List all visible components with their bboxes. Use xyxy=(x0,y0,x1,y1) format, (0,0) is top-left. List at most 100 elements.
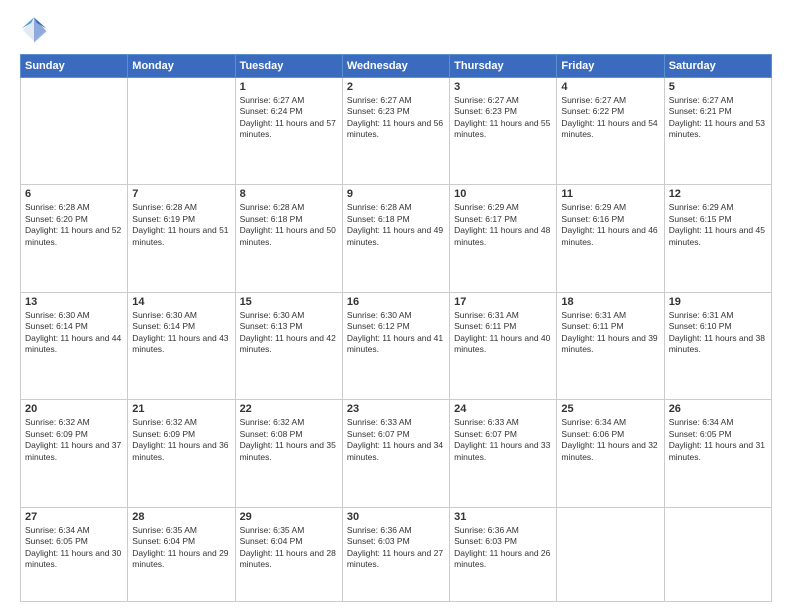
calendar-cell xyxy=(21,78,128,185)
day-number: 24 xyxy=(454,403,552,415)
day-number: 26 xyxy=(669,403,767,415)
day-number: 21 xyxy=(132,403,230,415)
calendar-header-wednesday: Wednesday xyxy=(342,55,449,78)
calendar-cell: 2Sunrise: 6:27 AM Sunset: 6:23 PM Daylig… xyxy=(342,78,449,185)
calendar-cell xyxy=(664,507,771,601)
day-info: Sunrise: 6:31 AM Sunset: 6:11 PM Dayligh… xyxy=(454,310,552,356)
day-number: 1 xyxy=(240,81,338,93)
day-info: Sunrise: 6:30 AM Sunset: 6:14 PM Dayligh… xyxy=(132,310,230,356)
day-number: 12 xyxy=(669,188,767,200)
calendar-cell: 5 Sunrise: 6:27 AM Sunset: 6:21 PM Daylig… xyxy=(664,78,771,185)
day-info: Sunrise: 6:27 AM Sunset: 6:23 PM Dayligh… xyxy=(454,95,552,141)
day-number: 19 xyxy=(669,296,767,308)
calendar-cell: 21 Sunrise: 6:32 AM Sunset: 6:09 PM Dayli… xyxy=(128,400,235,507)
day-info: Sunrise: 6:32 AM Sunset: 6:08 PM Dayligh… xyxy=(240,417,338,463)
day-number: 5 xyxy=(669,81,767,93)
day-number: 6 xyxy=(25,188,123,200)
calendar-header-sunday: Sunday xyxy=(21,55,128,78)
page: SundayMondayTuesdayWednesdayThursdayFrid… xyxy=(0,0,792,612)
logo xyxy=(20,16,52,44)
calendar-header-saturday: Saturday xyxy=(664,55,771,78)
day-number: 20 xyxy=(25,403,123,415)
day-number: 29 xyxy=(240,511,338,523)
calendar-cell: 15Sunrise: 6:30 AM Sunset: 6:13 PM Dayli… xyxy=(235,292,342,399)
day-info: Sunrise: 6:30 AM Sunset: 6:12 PM Dayligh… xyxy=(347,310,445,356)
day-info: Sunrise: 6:33 AM Sunset: 6:07 PM Dayligh… xyxy=(347,417,445,463)
calendar-cell xyxy=(128,78,235,185)
day-info: Sunrise: 6:34 AM Sunset: 6:05 PM Dayligh… xyxy=(25,525,123,571)
day-number: 22 xyxy=(240,403,338,415)
calendar-cell: 7Sunrise: 6:28 AM Sunset: 6:19 PM Daylig… xyxy=(128,185,235,292)
calendar-header-friday: Friday xyxy=(557,55,664,78)
day-number: 2 xyxy=(347,81,445,93)
calendar-cell: 22 Sunrise: 6:32 AM Sunset: 6:08 PM Dayli… xyxy=(235,400,342,507)
calendar-cell xyxy=(557,507,664,601)
day-info: Sunrise: 6:29 AM Sunset: 6:15 PM Dayligh… xyxy=(669,202,767,248)
calendar-header-thursday: Thursday xyxy=(450,55,557,78)
calendar-cell: 1 Sunrise: 6:27 AM Sunset: 6:24 PM Daylig… xyxy=(235,78,342,185)
day-info: Sunrise: 6:32 AM Sunset: 6:09 PM Dayligh… xyxy=(25,417,123,463)
day-info: Sunrise: 6:32 AM Sunset: 6:09 PM Dayligh… xyxy=(132,417,230,463)
calendar-week-row: 6 Sunrise: 6:28 AM Sunset: 6:20 PM Daylig… xyxy=(21,185,772,292)
calendar-cell: 9 Sunrise: 6:28 AM Sunset: 6:18 PM Daylig… xyxy=(342,185,449,292)
day-info: Sunrise: 6:36 AM Sunset: 6:03 PM Dayligh… xyxy=(454,525,552,571)
calendar-cell: 17 Sunrise: 6:31 AM Sunset: 6:11 PM Dayli… xyxy=(450,292,557,399)
day-info: Sunrise: 6:35 AM Sunset: 6:04 PM Dayligh… xyxy=(240,525,338,571)
calendar-cell: 25 Sunrise: 6:34 AM Sunset: 6:06 PM Dayli… xyxy=(557,400,664,507)
header xyxy=(20,16,772,44)
logo-icon xyxy=(20,16,48,44)
calendar-cell: 6 Sunrise: 6:28 AM Sunset: 6:20 PM Daylig… xyxy=(21,185,128,292)
day-info: Sunrise: 6:31 AM Sunset: 6:11 PM Dayligh… xyxy=(561,310,659,356)
day-number: 3 xyxy=(454,81,552,93)
calendar-cell: 14 Sunrise: 6:30 AM Sunset: 6:14 PM Dayli… xyxy=(128,292,235,399)
calendar: SundayMondayTuesdayWednesdayThursdayFrid… xyxy=(20,54,772,602)
calendar-week-row: 20 Sunrise: 6:32 AM Sunset: 6:09 PM Dayli… xyxy=(21,400,772,507)
day-number: 4 xyxy=(561,81,659,93)
day-number: 10 xyxy=(454,188,552,200)
day-info: Sunrise: 6:28 AM Sunset: 6:18 PM Dayligh… xyxy=(240,202,338,248)
calendar-cell: 27 Sunrise: 6:34 AM Sunset: 6:05 PM Dayli… xyxy=(21,507,128,601)
day-number: 27 xyxy=(25,511,123,523)
day-info: Sunrise: 6:28 AM Sunset: 6:19 PM Dayligh… xyxy=(132,202,230,248)
calendar-header-row: SundayMondayTuesdayWednesdayThursdayFrid… xyxy=(21,55,772,78)
day-info: Sunrise: 6:28 AM Sunset: 6:20 PM Dayligh… xyxy=(25,202,123,248)
day-number: 30 xyxy=(347,511,445,523)
calendar-cell: 4 Sunrise: 6:27 AM Sunset: 6:22 PM Daylig… xyxy=(557,78,664,185)
day-number: 16 xyxy=(347,296,445,308)
day-number: 9 xyxy=(347,188,445,200)
calendar-cell: 11Sunrise: 6:29 AM Sunset: 6:16 PM Dayli… xyxy=(557,185,664,292)
day-info: Sunrise: 6:29 AM Sunset: 6:16 PM Dayligh… xyxy=(561,202,659,248)
day-info: Sunrise: 6:31 AM Sunset: 6:10 PM Dayligh… xyxy=(669,310,767,356)
calendar-cell: 10Sunrise: 6:29 AM Sunset: 6:17 PM Dayli… xyxy=(450,185,557,292)
day-number: 25 xyxy=(561,403,659,415)
day-info: Sunrise: 6:33 AM Sunset: 6:07 PM Dayligh… xyxy=(454,417,552,463)
day-number: 18 xyxy=(561,296,659,308)
day-info: Sunrise: 6:27 AM Sunset: 6:22 PM Dayligh… xyxy=(561,95,659,141)
calendar-cell: 31 Sunrise: 6:36 AM Sunset: 6:03 PM Dayli… xyxy=(450,507,557,601)
day-number: 17 xyxy=(454,296,552,308)
day-info: Sunrise: 6:27 AM Sunset: 6:21 PM Dayligh… xyxy=(669,95,767,141)
day-info: Sunrise: 6:28 AM Sunset: 6:18 PM Dayligh… xyxy=(347,202,445,248)
calendar-cell: 8Sunrise: 6:28 AM Sunset: 6:18 PM Daylig… xyxy=(235,185,342,292)
day-info: Sunrise: 6:30 AM Sunset: 6:14 PM Dayligh… xyxy=(25,310,123,356)
calendar-cell: 29 Sunrise: 6:35 AM Sunset: 6:04 PM Dayli… xyxy=(235,507,342,601)
day-info: Sunrise: 6:36 AM Sunset: 6:03 PM Dayligh… xyxy=(347,525,445,571)
calendar-cell: 23Sunrise: 6:33 AM Sunset: 6:07 PM Dayli… xyxy=(342,400,449,507)
day-number: 31 xyxy=(454,511,552,523)
day-info: Sunrise: 6:27 AM Sunset: 6:24 PM Dayligh… xyxy=(240,95,338,141)
calendar-cell: 26 Sunrise: 6:34 AM Sunset: 6:05 PM Dayli… xyxy=(664,400,771,507)
day-info: Sunrise: 6:34 AM Sunset: 6:05 PM Dayligh… xyxy=(669,417,767,463)
calendar-cell: 19 Sunrise: 6:31 AM Sunset: 6:10 PM Dayli… xyxy=(664,292,771,399)
calendar-header-tuesday: Tuesday xyxy=(235,55,342,78)
calendar-cell: 12 Sunrise: 6:29 AM Sunset: 6:15 PM Dayli… xyxy=(664,185,771,292)
calendar-week-row: 27 Sunrise: 6:34 AM Sunset: 6:05 PM Dayli… xyxy=(21,507,772,601)
calendar-cell: 28Sunrise: 6:35 AM Sunset: 6:04 PM Dayli… xyxy=(128,507,235,601)
calendar-cell: 20 Sunrise: 6:32 AM Sunset: 6:09 PM Dayli… xyxy=(21,400,128,507)
calendar-cell: 3 Sunrise: 6:27 AM Sunset: 6:23 PM Daylig… xyxy=(450,78,557,185)
day-number: 14 xyxy=(132,296,230,308)
calendar-week-row: 1 Sunrise: 6:27 AM Sunset: 6:24 PM Daylig… xyxy=(21,78,772,185)
day-number: 13 xyxy=(25,296,123,308)
day-info: Sunrise: 6:34 AM Sunset: 6:06 PM Dayligh… xyxy=(561,417,659,463)
calendar-cell: 30 Sunrise: 6:36 AM Sunset: 6:03 PM Dayli… xyxy=(342,507,449,601)
day-info: Sunrise: 6:35 AM Sunset: 6:04 PM Dayligh… xyxy=(132,525,230,571)
